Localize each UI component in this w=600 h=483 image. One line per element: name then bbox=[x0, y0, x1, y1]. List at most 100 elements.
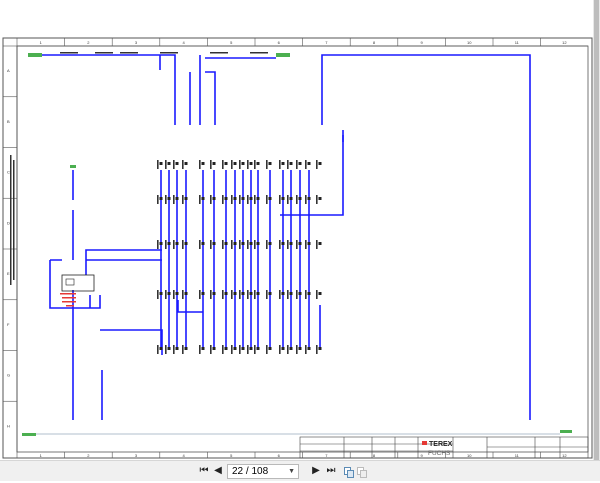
terminal-marker bbox=[249, 347, 253, 350]
wire-label bbox=[210, 52, 228, 54]
wire-label bbox=[222, 345, 224, 354]
terminal-marker bbox=[256, 197, 260, 200]
page-number-select[interactable]: 22 / 108 ▼ bbox=[227, 464, 299, 479]
wire-label bbox=[239, 345, 241, 354]
terminal-marker bbox=[159, 197, 163, 200]
terminal-marker bbox=[318, 197, 322, 200]
terminal-marker bbox=[159, 347, 163, 350]
wire-label bbox=[210, 240, 212, 249]
wire-label bbox=[254, 345, 256, 354]
wire-label bbox=[305, 240, 307, 249]
wire-label bbox=[254, 240, 256, 249]
terminal-marker bbox=[307, 162, 311, 165]
brand-fuchs: FUCHS bbox=[428, 450, 451, 457]
terminal-marker bbox=[241, 197, 245, 200]
wire-label bbox=[210, 345, 212, 354]
terminal-marker bbox=[241, 347, 245, 350]
wire-label bbox=[254, 160, 256, 169]
wire-label bbox=[173, 345, 175, 354]
terminal-marker bbox=[268, 292, 272, 295]
vertical-scrollbar[interactable] bbox=[593, 0, 600, 460]
terminal-marker bbox=[268, 197, 272, 200]
row-label: B bbox=[7, 119, 10, 124]
terminal-marker bbox=[175, 347, 179, 350]
two-page-view-icon[interactable] bbox=[344, 465, 354, 478]
wire-label bbox=[296, 160, 298, 169]
wire-label bbox=[165, 345, 167, 354]
wire-label bbox=[305, 345, 307, 354]
terminal-marker bbox=[298, 162, 302, 165]
wire-label bbox=[222, 195, 224, 204]
terminal-marker bbox=[175, 292, 179, 295]
chevron-down-icon[interactable]: ▼ bbox=[288, 465, 295, 478]
wire-label bbox=[157, 240, 159, 249]
wire-label bbox=[247, 160, 249, 169]
wire-label bbox=[222, 240, 224, 249]
wire-label bbox=[210, 195, 212, 204]
first-page-button[interactable]: ⏮ bbox=[198, 464, 210, 478]
terminal-marker bbox=[233, 242, 237, 245]
terminal-marker bbox=[184, 197, 188, 200]
terminal-marker bbox=[201, 292, 205, 295]
terminal-marker bbox=[241, 162, 245, 165]
wire-label bbox=[316, 160, 318, 169]
terminal-marker bbox=[212, 162, 216, 165]
page-navigation-toolbar: ⏮ ◀ 22 / 108 ▼ ▶ ⏭ bbox=[0, 460, 600, 481]
wire-label bbox=[199, 160, 201, 169]
terminal-marker bbox=[307, 197, 311, 200]
wire-label bbox=[199, 290, 201, 299]
page-number-text: 22 / 108 bbox=[232, 466, 269, 477]
wire-label bbox=[182, 195, 184, 204]
terminal-marker bbox=[318, 347, 322, 350]
wire-label bbox=[296, 195, 298, 204]
wire-label bbox=[231, 195, 233, 204]
terminal-marker bbox=[212, 347, 216, 350]
terminal-marker bbox=[289, 242, 293, 245]
terminal-marker bbox=[249, 292, 253, 295]
document-viewer: 1 1 2 2 3 3 4 4 5 5 6 6 7 7 8 8 9 9 10 10 11 11 12 12 A B C D E F G H bbox=[0, 0, 600, 460]
terminal-marker bbox=[233, 197, 237, 200]
terminal-marker bbox=[307, 292, 311, 295]
wire-label bbox=[296, 345, 298, 354]
wire-label bbox=[157, 160, 159, 169]
wire-label bbox=[254, 290, 256, 299]
wire-label bbox=[222, 160, 224, 169]
terminal-marker bbox=[233, 162, 237, 165]
wire-label bbox=[173, 290, 175, 299]
brand-terex: TEREX bbox=[429, 441, 453, 448]
row-label: G bbox=[7, 373, 10, 378]
terminal-marker bbox=[298, 347, 302, 350]
single-page-view-icon[interactable] bbox=[357, 465, 367, 478]
terminal-marker bbox=[249, 242, 253, 245]
terminal-marker bbox=[298, 197, 302, 200]
wire-label bbox=[157, 195, 159, 204]
wire-label bbox=[199, 195, 201, 204]
terminal-marker bbox=[167, 242, 171, 245]
terminal-marker bbox=[281, 162, 285, 165]
wire-label bbox=[316, 290, 318, 299]
terminal-marker bbox=[224, 197, 228, 200]
wire-label bbox=[120, 52, 138, 54]
terminal-marker bbox=[175, 242, 179, 245]
wire-label bbox=[239, 240, 241, 249]
previous-page-button[interactable]: ◀ bbox=[212, 464, 224, 478]
wire-label bbox=[287, 160, 289, 169]
terminal-marker bbox=[268, 242, 272, 245]
wire-label bbox=[296, 290, 298, 299]
wire-label bbox=[231, 160, 233, 169]
terminal-marker bbox=[289, 197, 293, 200]
wire-label bbox=[157, 345, 159, 354]
last-page-button[interactable]: ⏭ bbox=[325, 464, 337, 478]
scrollbar-thumb[interactable] bbox=[594, 0, 599, 460]
terminal-marker bbox=[159, 292, 163, 295]
wire-label bbox=[210, 160, 212, 169]
next-page-button[interactable]: ▶ bbox=[310, 464, 322, 478]
wire-label bbox=[165, 240, 167, 249]
wire-label bbox=[182, 345, 184, 354]
terminal-marker bbox=[167, 197, 171, 200]
wire-label bbox=[266, 240, 268, 249]
terminal-marker bbox=[224, 242, 228, 245]
wire-label bbox=[250, 52, 268, 54]
terminal-marker bbox=[298, 242, 302, 245]
terminal-marker bbox=[201, 347, 205, 350]
